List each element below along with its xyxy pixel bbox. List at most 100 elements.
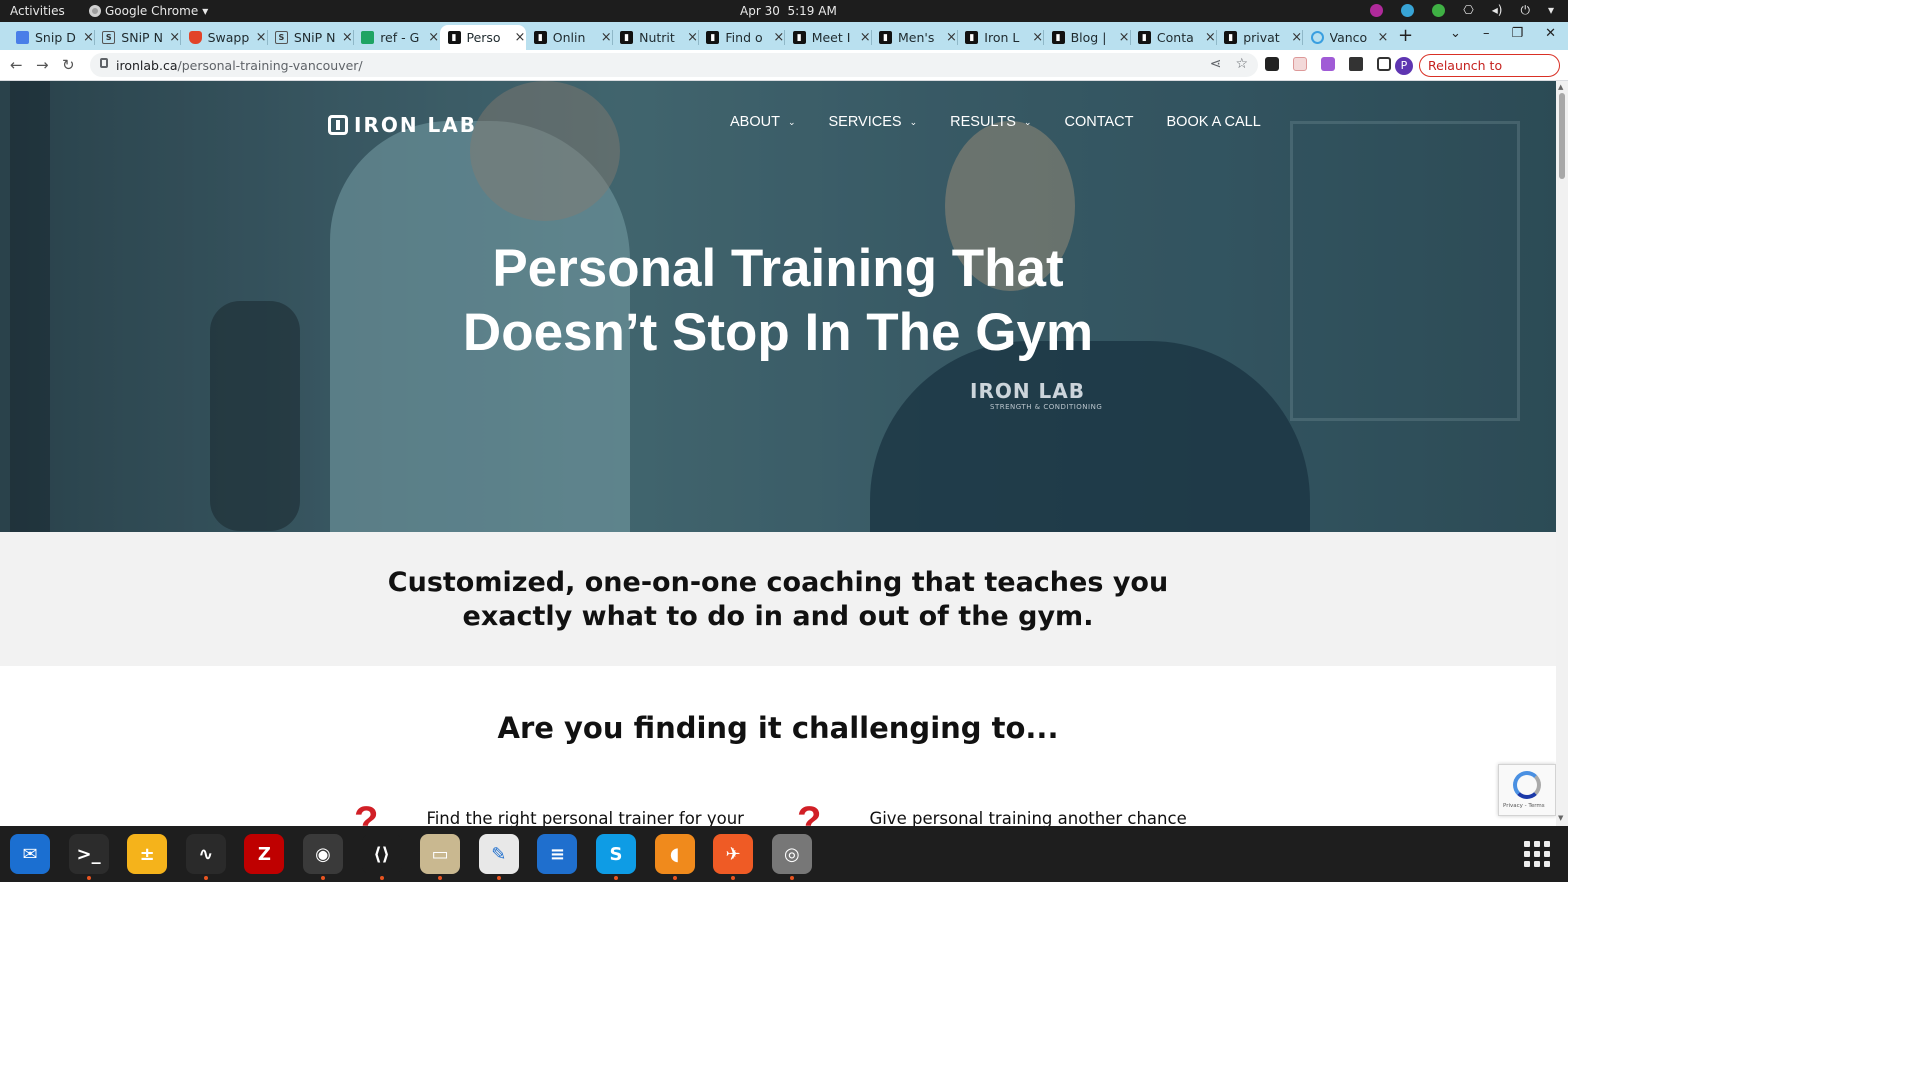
- tab-close-icon[interactable]: ×: [1378, 30, 1389, 45]
- question-mark-icon: ?: [354, 799, 379, 826]
- tray-app-icon[interactable]: [1370, 3, 1384, 17]
- back-button[interactable]: ←: [10, 56, 23, 74]
- browser-tab[interactable]: ▮ privat ×: [1216, 25, 1302, 50]
- tab-close-icon[interactable]: ×: [515, 30, 526, 45]
- browser-tab[interactable]: S SNiP N ×: [267, 25, 353, 50]
- activities-button[interactable]: Activities: [10, 4, 65, 18]
- volume-icon[interactable]: ◂): [1492, 3, 1503, 17]
- close-window-button[interactable]: ✕: [1545, 26, 1556, 41]
- recaptcha-badge[interactable]: Privacy - Terms: [1498, 764, 1556, 816]
- dock-app-glyph: ◉: [315, 843, 331, 865]
- forward-button[interactable]: →: [36, 56, 49, 74]
- new-tab-button[interactable]: +: [1398, 25, 1413, 46]
- scroll-up-arrow-icon[interactable]: ▲: [1558, 83, 1563, 91]
- hotspot-app-icon[interactable]: ◖: [654, 834, 695, 880]
- nav-item-about[interactable]: ABOUT ⌄: [730, 114, 796, 130]
- page-scrollbar[interactable]: ▲ ▼: [1556, 81, 1568, 826]
- tab-title: Blog |: [1070, 30, 1107, 45]
- tab-close-icon[interactable]: ×: [773, 30, 784, 45]
- system-monitor-app-icon[interactable]: ∿: [185, 834, 226, 880]
- side-panel-icon[interactable]: [1377, 57, 1391, 71]
- bookmark-star-icon[interactable]: ☆: [1235, 56, 1248, 72]
- browser-tab[interactable]: S SNiP N ×: [94, 25, 180, 50]
- tab-close-icon[interactable]: ×: [342, 30, 353, 45]
- browser-tab[interactable]: ▮ Perso ×: [439, 25, 526, 50]
- puzzle-extensions-icon[interactable]: [1349, 57, 1363, 71]
- postman-app-icon[interactable]: ✈: [713, 834, 754, 880]
- skype-app-icon[interactable]: S: [596, 834, 636, 880]
- network-icon[interactable]: ⎔: [1463, 3, 1473, 17]
- terminal-app-icon[interactable]: >_: [68, 834, 109, 880]
- restore-button[interactable]: ❐: [1511, 26, 1523, 41]
- system-tray[interactable]: ⎔ ◂) ⏻ ▾: [1370, 3, 1554, 17]
- url-text[interactable]: ironlab.ca/personal-training-vancouver/: [116, 58, 363, 73]
- lock-icon[interactable]: [100, 58, 108, 68]
- address-bar[interactable]: ironlab.ca/personal-training-vancouver/ …: [90, 53, 1258, 77]
- browser-tab[interactable]: ref - G ×: [353, 25, 439, 50]
- tab-close-icon[interactable]: ×: [946, 30, 957, 45]
- pen-extension-icon[interactable]: [1321, 57, 1335, 71]
- nav-item-services[interactable]: SERVICES ⌄: [829, 114, 918, 130]
- tray-check-icon[interactable]: [1432, 3, 1446, 17]
- vscode-app-icon[interactable]: ⟨⟩: [361, 834, 402, 880]
- browser-tab[interactable]: ▮ Iron L ×: [957, 25, 1043, 50]
- recaptcha-terms[interactable]: Privacy - Terms: [1503, 803, 1545, 809]
- browser-tab[interactable]: ▮ Meet I ×: [785, 25, 871, 50]
- text-editor-app-icon[interactable]: ✎: [478, 834, 519, 880]
- tab-close-icon[interactable]: ×: [601, 30, 612, 45]
- filezilla-app-icon[interactable]: Z: [244, 834, 285, 874]
- share-icon[interactable]: ⋖: [1210, 56, 1222, 72]
- tab-close-icon[interactable]: ×: [428, 30, 439, 45]
- tab-close-icon[interactable]: ×: [1291, 30, 1302, 45]
- tab-close-icon[interactable]: ×: [1205, 30, 1216, 45]
- tab-search-icon[interactable]: ⌄: [1450, 26, 1461, 41]
- scroll-down-arrow-icon[interactable]: ▼: [1558, 814, 1563, 822]
- tray-sync-icon[interactable]: [1401, 3, 1415, 17]
- tab-close-icon[interactable]: ×: [860, 30, 871, 45]
- browser-tab[interactable]: ▮ Men's ×: [871, 25, 957, 50]
- calculator-app-icon[interactable]: ±: [127, 834, 168, 874]
- thunderbird-app-icon[interactable]: ✉: [10, 834, 50, 874]
- eyedropper-extension-icon[interactable]: [1265, 57, 1279, 71]
- nav-item-contact[interactable]: CONTACT: [1064, 114, 1133, 130]
- tab-title: Meet I: [811, 30, 851, 45]
- tab-close-icon[interactable]: ×: [687, 30, 698, 45]
- files-app-icon[interactable]: ▭: [420, 834, 461, 880]
- browser-tab[interactable]: Swapp ×: [181, 25, 267, 50]
- power-icon[interactable]: ⏻: [1520, 3, 1530, 17]
- clock[interactable]: Apr 30 5:19 AM: [740, 4, 837, 18]
- app-menu[interactable]: Google Chrome ▾: [89, 4, 208, 18]
- reload-button[interactable]: ↻: [62, 56, 75, 74]
- tab-close-icon[interactable]: ×: [169, 30, 180, 45]
- browser-tab[interactable]: Vanco ×: [1303, 25, 1389, 50]
- browser-tab[interactable]: ▮ Onlin ×: [526, 25, 612, 50]
- show-applications-icon[interactable]: [1524, 841, 1550, 867]
- omnibox-actions: ⋖ ☆: [1210, 56, 1248, 72]
- tab-close-icon[interactable]: ×: [83, 30, 94, 45]
- browser-tab[interactable]: ▮ Find o ×: [698, 25, 784, 50]
- scrollbar-thumb[interactable]: [1559, 93, 1565, 179]
- site-logo[interactable]: IRON LAB: [328, 113, 477, 137]
- writer-app-icon[interactable]: ≡: [537, 834, 578, 874]
- browser-tab[interactable]: ▮ Blog | ×: [1044, 25, 1130, 50]
- nav-item-book-a-call[interactable]: BOOK A CALL: [1167, 114, 1261, 130]
- dock-app-glyph: Z: [257, 843, 271, 865]
- minimize-button[interactable]: –: [1483, 26, 1490, 41]
- tray-menu-arrow-icon[interactable]: ▾: [1548, 3, 1554, 17]
- browser-tab[interactable]: Snip D ×: [8, 25, 94, 50]
- browser-tab[interactable]: ▮ Conta ×: [1130, 25, 1216, 50]
- chrome-app-icon[interactable]: ◉: [303, 834, 343, 880]
- calendar-extension-icon[interactable]: [1293, 57, 1307, 71]
- tab-close-icon[interactable]: ×: [256, 30, 267, 45]
- relaunch-update-button[interactable]: Relaunch to update ⋮: [1419, 54, 1560, 94]
- browser-tab[interactable]: ▮ Nutrit ×: [612, 25, 698, 50]
- site-logo-text: IRON LAB: [354, 113, 478, 137]
- tab-close-icon[interactable]: ×: [1032, 30, 1043, 45]
- hero-section: IRON LAB STRENGTH & CONDITIONING IRON LA…: [0, 81, 1556, 532]
- profile-avatar[interactable]: P: [1395, 57, 1413, 75]
- tab-close-icon[interactable]: ×: [1119, 30, 1130, 45]
- disk-app-icon[interactable]: ◎: [771, 834, 812, 880]
- tab-title: Vanco: [1329, 30, 1368, 45]
- chevron-down-icon: ⌄: [909, 116, 918, 127]
- nav-item-results[interactable]: RESULTS ⌄: [950, 114, 1031, 130]
